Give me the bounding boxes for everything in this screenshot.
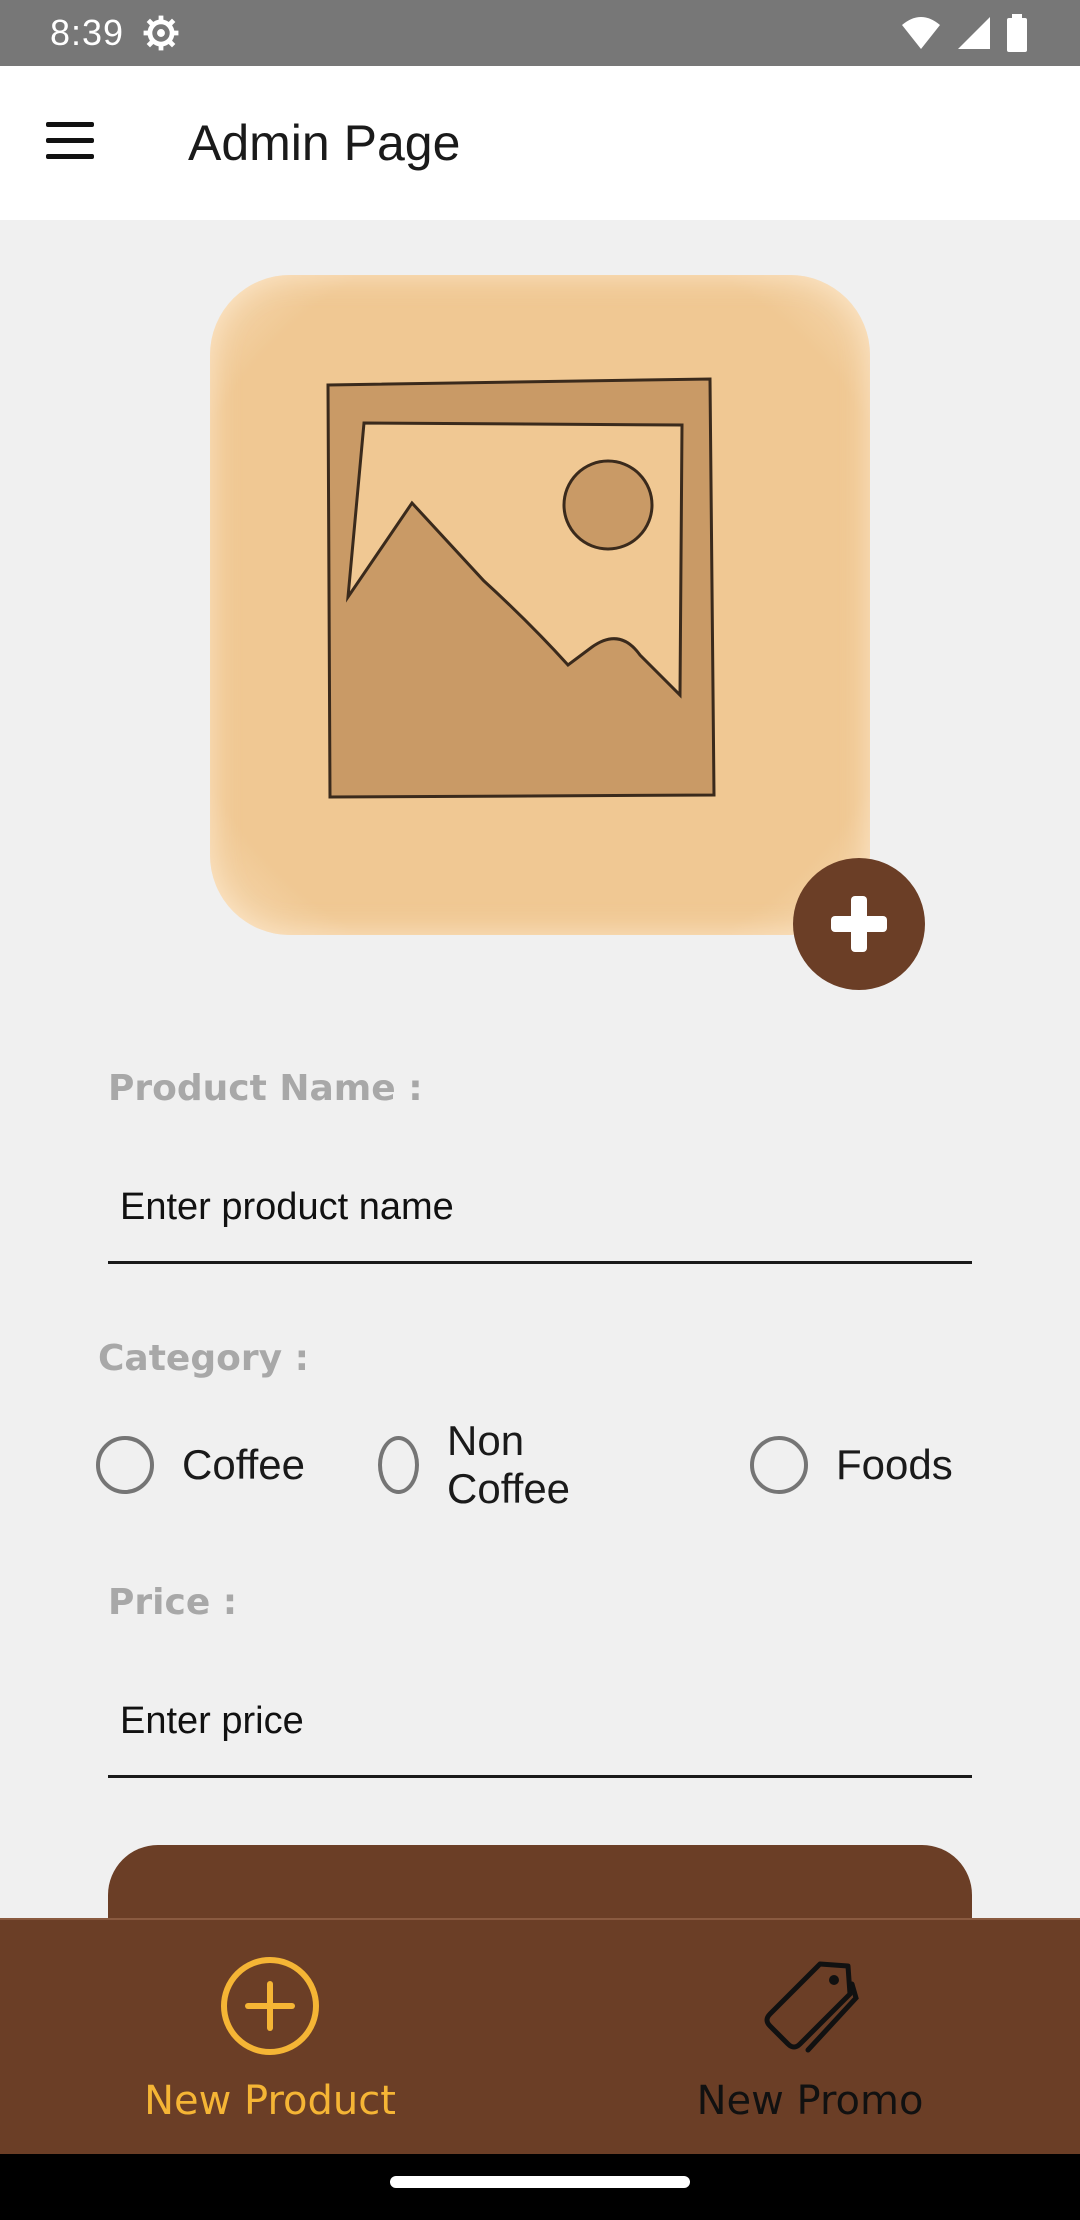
add-image-button[interactable] bbox=[793, 858, 925, 990]
nav-new-product[interactable]: New Product bbox=[0, 1920, 540, 2156]
category-radio-foods[interactable]: Foods bbox=[750, 1430, 953, 1500]
status-icons bbox=[900, 14, 1028, 52]
tag-icon bbox=[764, 1961, 859, 2053]
settings-gear-icon bbox=[143, 15, 179, 51]
category-radio-coffee[interactable]: Coffee bbox=[96, 1430, 305, 1500]
nav-label: New Promo bbox=[696, 2078, 924, 2124]
product-name-label: Product Name : bbox=[108, 1068, 423, 1109]
radio-label: Coffee bbox=[182, 1441, 305, 1488]
signal-icon bbox=[958, 17, 990, 49]
plus-icon bbox=[831, 896, 887, 952]
radio-label: Non Coffee bbox=[447, 1417, 571, 1512]
category-label: Category : bbox=[98, 1338, 309, 1379]
category-radio-non-coffee[interactable]: Non Coffee bbox=[378, 1417, 587, 1512]
battery-icon bbox=[1007, 14, 1027, 52]
page-title: Admin Page bbox=[188, 115, 461, 171]
bottom-navigation: New Product New Promo bbox=[0, 1918, 1080, 2156]
radio-circle bbox=[750, 1436, 808, 1494]
radio-circle bbox=[96, 1436, 154, 1494]
product-name-input[interactable] bbox=[108, 1154, 972, 1264]
hamburger-menu-icon[interactable] bbox=[34, 110, 106, 174]
radio-circle bbox=[378, 1436, 420, 1494]
product-image-picker[interactable] bbox=[210, 275, 870, 935]
image-placeholder-icon bbox=[326, 377, 716, 799]
status-time: 8:39 bbox=[50, 12, 125, 53]
nav-new-promo[interactable]: New Promo bbox=[540, 1920, 1080, 2156]
home-gesture-handle[interactable] bbox=[390, 2176, 690, 2188]
price-label: Price : bbox=[108, 1582, 238, 1623]
price-input[interactable] bbox=[108, 1668, 972, 1778]
wifi-icon bbox=[902, 17, 940, 49]
app-bar: Admin Page bbox=[0, 66, 1080, 220]
radio-label: Foods bbox=[836, 1441, 953, 1488]
nav-label: New Product bbox=[144, 2078, 396, 2124]
system-navigation-bar bbox=[0, 2154, 1080, 2220]
add-circle-icon bbox=[221, 1957, 319, 2055]
status-bar: 8:39 bbox=[0, 0, 1080, 66]
